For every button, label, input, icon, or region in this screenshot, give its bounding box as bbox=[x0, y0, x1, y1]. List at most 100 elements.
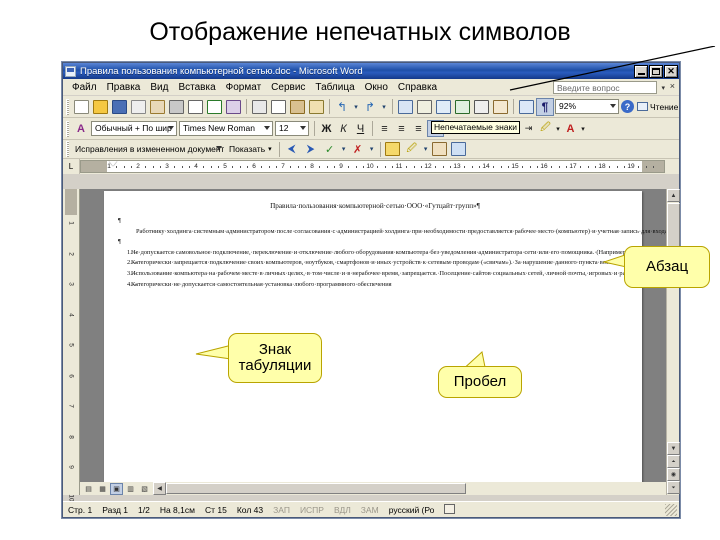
next-page-icon[interactable]: ⏷ bbox=[667, 481, 680, 494]
highlight-color-icon[interactable]: 🖉 bbox=[537, 120, 554, 137]
status-rec[interactable]: ЗАП bbox=[268, 505, 295, 515]
insert-hyperlink-icon[interactable] bbox=[396, 98, 414, 116]
show-formatting-marks-icon[interactable]: ¶ bbox=[536, 97, 554, 116]
scroll-left-button[interactable]: ◀ bbox=[153, 482, 166, 495]
tables-borders-icon[interactable] bbox=[415, 98, 433, 116]
menu-item-insert[interactable]: Вставка bbox=[173, 81, 220, 94]
show-menu-button[interactable]: Показать ▾ bbox=[226, 140, 275, 158]
document-page[interactable]: Правила·пользования·компьютерной·сетью·О… bbox=[104, 191, 666, 495]
help-icon[interactable]: ? bbox=[621, 100, 634, 113]
spelling-check-icon[interactable] bbox=[205, 98, 223, 116]
columns-icon[interactable] bbox=[472, 98, 490, 116]
markup-display-combo[interactable]: Исправления в измененном документе bbox=[72, 142, 224, 157]
zoom-combo[interactable]: 92% bbox=[555, 99, 619, 114]
status-column: Кол 43 bbox=[236, 504, 264, 515]
reading-layout-icon[interactable]: Чтение bbox=[635, 98, 680, 116]
style-combo[interactable]: Обычный + По шир bbox=[91, 121, 177, 136]
format-painter-icon[interactable] bbox=[307, 98, 325, 116]
vertical-scroll-thumb[interactable] bbox=[667, 203, 680, 247]
menu-item-window[interactable]: Окно bbox=[360, 81, 393, 94]
increase-indent-icon[interactable]: ⇥ bbox=[520, 120, 537, 137]
menu-item-file[interactable]: Файл bbox=[67, 81, 102, 94]
print-layout-icon[interactable]: ▣ bbox=[110, 482, 123, 495]
menu-item-tools[interactable]: Сервис bbox=[266, 81, 310, 94]
menu-item-format[interactable]: Формат bbox=[221, 81, 267, 94]
document-text[interactable]: Правила·пользования·компьютерной·сетью·О… bbox=[118, 201, 666, 290]
styles-formatting-icon[interactable]: A bbox=[72, 120, 90, 138]
accept-dropdown-icon[interactable]: ▾ bbox=[340, 140, 348, 158]
vertical-scrollbar[interactable]: ▲ ▼ ⏶ ◉ ⏷ bbox=[666, 189, 680, 495]
first-line-indent-marker[interactable] bbox=[109, 161, 117, 166]
previous-page-icon[interactable]: ⏶ bbox=[667, 455, 680, 468]
status-ext[interactable]: ВДЛ bbox=[329, 505, 356, 515]
tab-stop-selector[interactable]: L bbox=[63, 159, 80, 174]
highlight-icon[interactable]: 🖉 bbox=[403, 140, 421, 158]
horizontal-ruler[interactable]: 1 2 3 4 5 6 7 8 9 10 11 12 13 14 15 16 17 18 19 bbox=[80, 160, 665, 173]
menu-item-table[interactable]: Таблица bbox=[310, 81, 359, 94]
toolbar-grip[interactable] bbox=[66, 141, 69, 157]
font-color-dropdown-icon[interactable]: ▾ bbox=[579, 120, 587, 137]
align-left-icon[interactable]: ≡ bbox=[376, 120, 393, 137]
status-trk[interactable]: ИСПР bbox=[295, 505, 329, 515]
scroll-up-button[interactable]: ▲ bbox=[667, 189, 680, 202]
print-icon[interactable] bbox=[167, 98, 185, 116]
font-size-combo[interactable]: 12 bbox=[275, 121, 309, 136]
cut-icon[interactable] bbox=[250, 98, 268, 116]
insert-excel-table-icon[interactable] bbox=[453, 98, 471, 116]
reject-change-icon[interactable]: ✗ bbox=[349, 140, 367, 158]
resize-grip[interactable] bbox=[665, 503, 677, 516]
menu-item-view[interactable]: Вид bbox=[145, 81, 173, 94]
ruler-tick bbox=[297, 166, 299, 168]
vertical-ruler[interactable]: 1 2 3 4 5 6 7 8 9 10 bbox=[63, 189, 80, 501]
accept-change-icon[interactable]: ✓ bbox=[321, 140, 339, 158]
reading-view-icon[interactable]: ▧ bbox=[138, 483, 151, 495]
web-layout-icon[interactable]: ▦ bbox=[96, 483, 109, 495]
paste-icon[interactable] bbox=[288, 98, 306, 116]
align-center-icon[interactable]: ≡ bbox=[393, 120, 410, 137]
mail-icon[interactable] bbox=[129, 98, 147, 116]
status-language[interactable]: русский (Ро bbox=[384, 505, 440, 515]
toolbar-grip[interactable] bbox=[66, 98, 69, 115]
horizontal-scroll-thumb[interactable] bbox=[166, 483, 466, 494]
select-browse-object-icon[interactable]: ◉ bbox=[667, 468, 680, 481]
permission-icon[interactable] bbox=[148, 98, 166, 116]
font-color-icon[interactable]: A bbox=[562, 120, 579, 137]
font-combo[interactable]: Times New Roman bbox=[179, 121, 273, 136]
undo-icon[interactable]: ↰ bbox=[333, 98, 351, 116]
open-folder-icon[interactable] bbox=[91, 98, 109, 116]
research-icon[interactable] bbox=[224, 98, 242, 116]
toolbar-grip[interactable] bbox=[66, 120, 69, 137]
reviewing-pane-icon[interactable] bbox=[450, 140, 468, 158]
underline-button[interactable]: Ч bbox=[352, 120, 369, 137]
insert-table-icon[interactable] bbox=[434, 98, 452, 116]
undo-dropdown-icon[interactable]: ▾ bbox=[352, 98, 360, 116]
redo-dropdown-icon[interactable]: ▾ bbox=[380, 98, 388, 116]
normal-view-icon[interactable]: ▤ bbox=[82, 483, 95, 495]
reject-dropdown-icon[interactable]: ▾ bbox=[368, 140, 376, 158]
redo-icon[interactable]: ↱ bbox=[361, 98, 379, 116]
save-icon[interactable] bbox=[110, 98, 128, 116]
status-position: На 8,1см bbox=[159, 504, 195, 515]
scroll-down-button[interactable]: ▼ bbox=[667, 442, 680, 455]
bold-button[interactable]: Ж bbox=[318, 120, 335, 137]
document-map-icon[interactable] bbox=[517, 98, 535, 116]
next-change-icon[interactable]: ⮞ bbox=[302, 140, 320, 158]
italic-button[interactable]: К bbox=[335, 120, 352, 137]
style-value: Обычный + По шир bbox=[95, 123, 172, 133]
outline-view-icon[interactable]: ▥ bbox=[124, 483, 137, 495]
document-canvas[interactable]: Правила·пользования·компьютерной·сетью·О… bbox=[80, 189, 666, 495]
spelling-status-icon[interactable] bbox=[439, 503, 460, 516]
print-preview-icon[interactable] bbox=[186, 98, 204, 116]
previous-change-icon[interactable]: ⮜ bbox=[283, 140, 301, 158]
highlight-dropdown-icon[interactable]: ▾ bbox=[554, 120, 562, 137]
menu-item-help[interactable]: Справка bbox=[393, 81, 442, 94]
track-changes-icon[interactable] bbox=[431, 140, 449, 158]
highlight-dropdown-icon[interactable]: ▾ bbox=[422, 140, 430, 158]
status-ovr[interactable]: ЗАМ bbox=[356, 505, 384, 515]
align-right-icon[interactable]: ≡ bbox=[410, 120, 427, 137]
copy-icon[interactable] bbox=[269, 98, 287, 116]
new-comment-icon[interactable] bbox=[384, 140, 402, 158]
menu-item-edit[interactable]: Правка bbox=[102, 81, 146, 94]
new-document-icon[interactable] bbox=[72, 98, 90, 116]
drawing-icon[interactable] bbox=[491, 98, 509, 116]
